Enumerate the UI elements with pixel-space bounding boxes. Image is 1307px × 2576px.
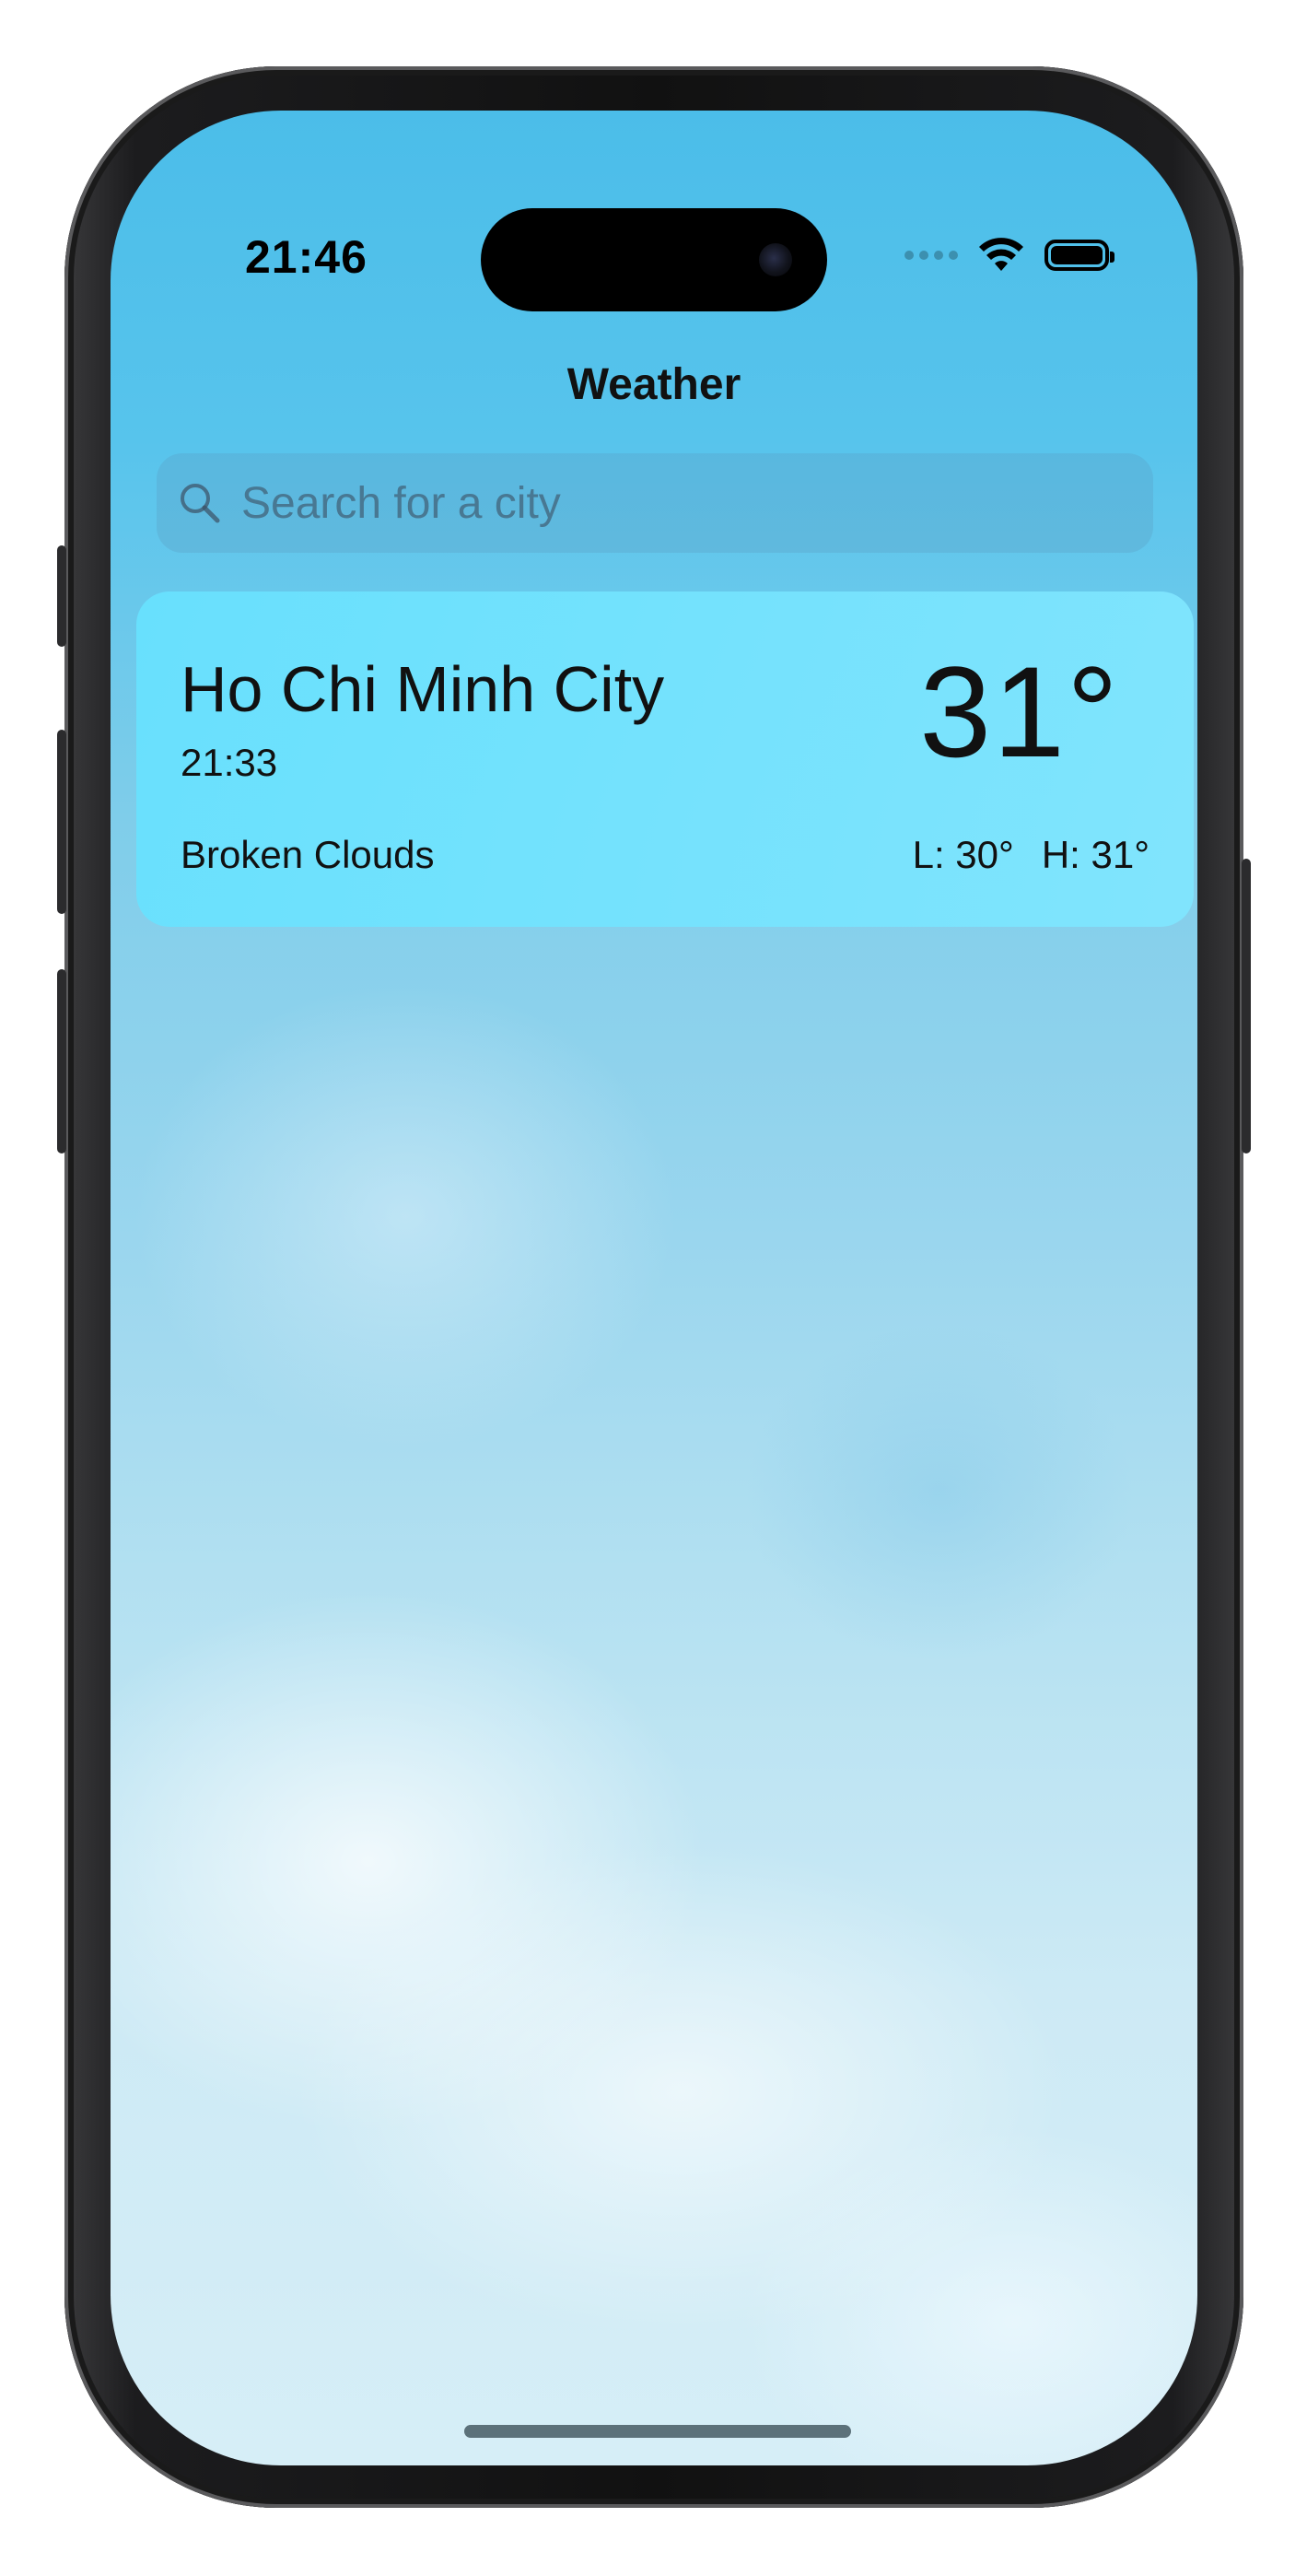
action-button	[57, 545, 66, 647]
search-icon	[181, 484, 220, 523]
camera-icon	[759, 243, 792, 276]
volume-up-button	[57, 730, 66, 914]
current-temperature: 31°	[919, 639, 1120, 784]
phone-frame: 21:46 Weather Ho	[57, 66, 1251, 2508]
search-bar[interactable]	[157, 453, 1153, 553]
power-button	[1242, 859, 1251, 1153]
temperature-range: L: 30° H: 31°	[913, 833, 1149, 877]
high-temperature: H: 31°	[1041, 833, 1149, 876]
wifi-icon	[979, 238, 1023, 271]
local-time: 21:33	[181, 741, 278, 784]
cellular-signal-icon	[904, 251, 958, 260]
low-temperature: L: 30°	[912, 833, 1014, 876]
search-input[interactable]	[239, 476, 1072, 530]
dynamic-island	[481, 208, 827, 311]
volume-down-button	[57, 969, 66, 1153]
status-indicators	[904, 238, 1114, 273]
battery-icon	[1044, 240, 1114, 271]
status-time: 21:46	[245, 231, 368, 283]
home-indicator[interactable]	[464, 2425, 851, 2438]
city-name: Ho Chi Minh City	[181, 653, 665, 725]
screen: 21:46 Weather Ho	[111, 111, 1197, 2465]
weather-condition: Broken Clouds	[181, 833, 435, 876]
location-card[interactable]: Ho Chi Minh City 21:33 31° Broken Clouds…	[136, 591, 1194, 927]
page-title: Weather	[566, 360, 741, 409]
